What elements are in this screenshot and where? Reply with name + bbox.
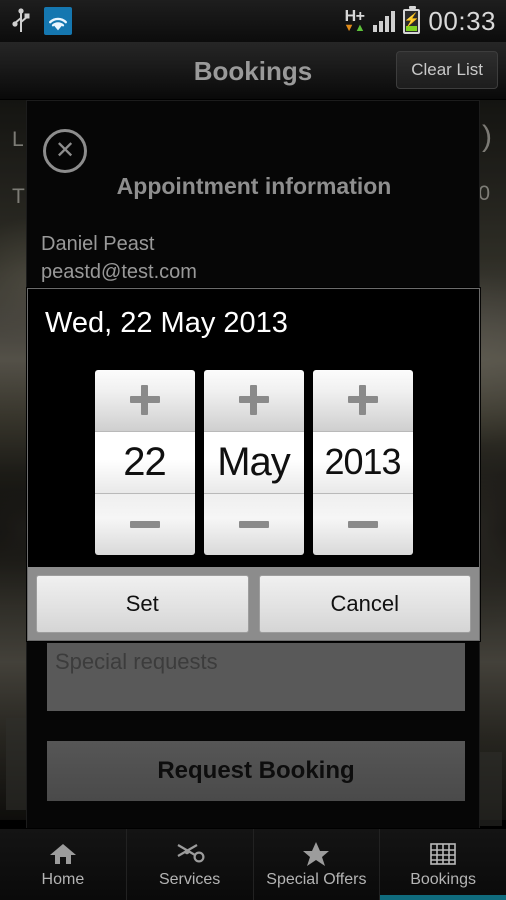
clear-list-button[interactable]: Clear List	[396, 51, 498, 89]
charging-bolt-icon: ⚡	[403, 12, 421, 27]
date-picker-header: Wed, 22 May 2013	[28, 289, 479, 357]
month-value[interactable]: May	[203, 431, 304, 493]
action-bar: Bookings Clear List	[0, 42, 506, 100]
date-picker-actions: Set Cancel	[28, 567, 479, 640]
nav-active-underline	[380, 895, 506, 900]
plus-icon	[129, 385, 160, 415]
status-bar-clock: 00:33	[428, 5, 496, 36]
dialog-title: Appointment information	[116, 173, 392, 199]
month-decrement-button[interactable]	[203, 492, 304, 555]
day-value[interactable]: 22	[94, 431, 195, 493]
day-spinner[interactable]: 22	[94, 369, 195, 555]
day-decrement-button[interactable]	[94, 492, 195, 555]
plus-icon	[347, 385, 378, 415]
bottom-navigation-bar: Home Services Special Offers Bookings	[0, 828, 506, 900]
cancel-button[interactable]: Cancel	[258, 574, 471, 633]
usb-icon	[10, 8, 32, 34]
nav-label-bookings: Bookings	[410, 871, 477, 888]
data-arrows-icon: ▼▲	[343, 21, 366, 34]
month-increment-button[interactable]	[203, 369, 304, 432]
year-spinner[interactable]: 2013	[312, 369, 413, 555]
home-icon	[49, 840, 77, 868]
minus-icon	[129, 520, 160, 528]
phone-screen: L T ) 0 H+ ▼▲ ⚡ 00:33 Bookings Clear Lis…	[0, 0, 506, 900]
battery-charging-icon: ⚡	[403, 5, 421, 34]
close-icon[interactable]: ✕	[43, 129, 87, 173]
day-increment-button[interactable]	[94, 369, 195, 432]
nav-item-home[interactable]: Home	[0, 829, 127, 900]
signal-bars-icon	[373, 10, 396, 32]
nav-label-home: Home	[41, 871, 85, 888]
month-spinner[interactable]: May	[203, 369, 304, 555]
request-booking-button[interactable]: Request Booking	[47, 741, 465, 801]
special-requests-input[interactable]: Special requests	[47, 643, 465, 711]
wifi-icon	[44, 7, 72, 35]
network-type-icon: H+ ▼▲	[343, 8, 366, 34]
minus-icon	[238, 520, 269, 528]
background-label-left-2: T	[12, 185, 25, 208]
customer-name: Daniel Peast	[41, 233, 155, 255]
status-bar: H+ ▼▲ ⚡ 00:33	[0, 0, 506, 42]
customer-email: peastd@test.com	[41, 261, 197, 283]
calendar-grid-icon	[430, 840, 456, 868]
scissors-icon	[175, 840, 205, 868]
nav-item-bookings[interactable]: Bookings	[380, 829, 506, 900]
year-decrement-button[interactable]	[312, 492, 413, 555]
set-button[interactable]: Set	[36, 574, 249, 633]
status-bar-left-icons	[10, 0, 72, 42]
date-picker-spinners: 22 May 2013	[28, 357, 479, 567]
status-bar-right-icons: H+ ▼▲ ⚡ 00:33	[344, 0, 496, 42]
date-picker-dialog: Wed, 22 May 2013 22 May 2013 Set Cancel	[27, 288, 480, 641]
nav-item-services[interactable]: Services	[127, 829, 254, 900]
background-label-left-1: L	[12, 128, 24, 151]
background-label-right-1: )	[482, 120, 492, 153]
nav-label-special-offers: Special Offers	[266, 871, 367, 888]
minus-icon	[347, 520, 378, 528]
star-icon	[302, 840, 330, 868]
year-increment-button[interactable]	[312, 369, 413, 432]
nav-label-services: Services	[158, 871, 221, 888]
plus-icon	[238, 385, 269, 415]
nav-item-special-offers[interactable]: Special Offers	[254, 829, 381, 900]
year-value[interactable]: 2013	[312, 431, 413, 493]
